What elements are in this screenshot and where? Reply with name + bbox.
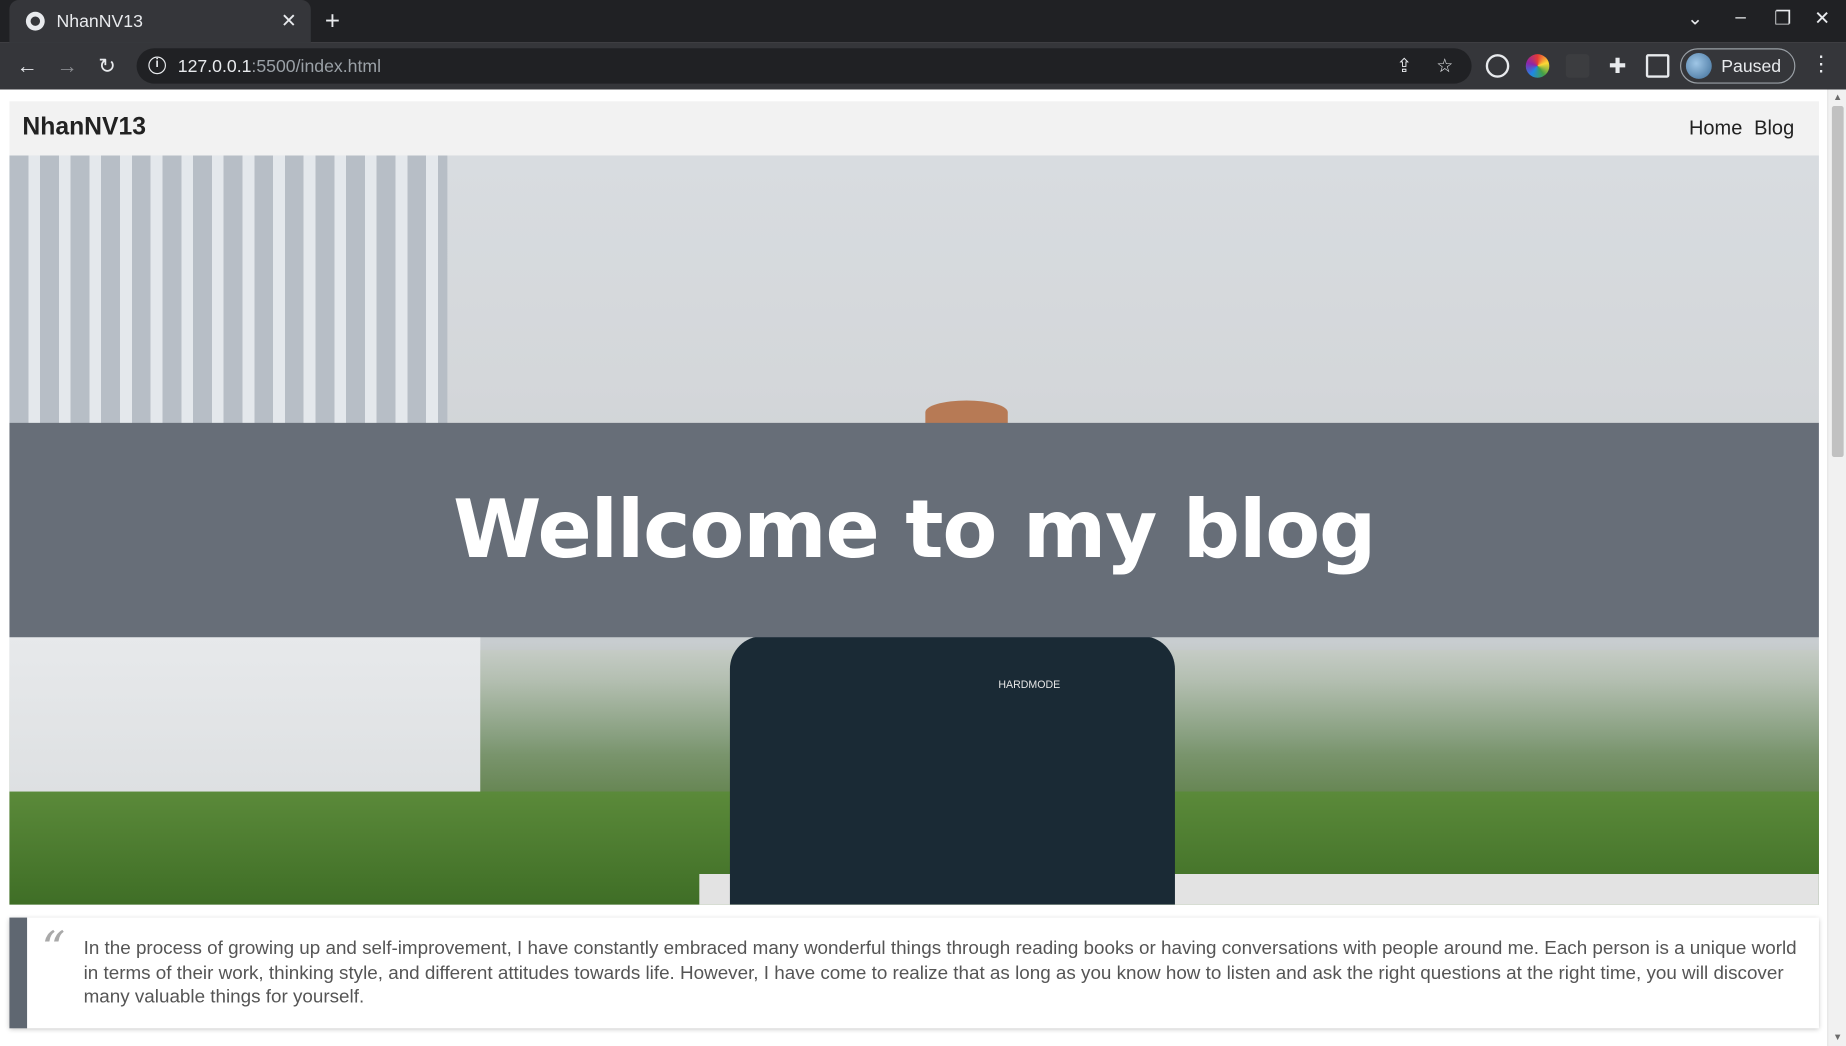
profile-label: Paused	[1721, 55, 1782, 76]
new-tab-button[interactable]: +	[325, 5, 340, 38]
quote-text: In the process of growing up and self-im…	[83, 938, 1797, 1008]
extension-target-icon[interactable]	[1485, 54, 1510, 78]
share-icon[interactable]: ⇪	[1396, 54, 1412, 78]
site-brand[interactable]: NhanNV13	[22, 113, 146, 141]
browser-tabstrip: NhanNV13 ✕ + ⌄ – ❐ ✕	[0, 0, 1846, 43]
site-info-icon[interactable]: i	[148, 56, 166, 75]
site-navbar: NhanNV13 Home Blog	[9, 101, 1819, 156]
restore-icon[interactable]: ❐	[1774, 7, 1791, 31]
back-icon[interactable]: ←	[13, 52, 41, 80]
puzzle-icon[interactable]: ✚	[1603, 52, 1631, 80]
intro-blockquote: “ In the process of growing up and self-…	[9, 917, 1819, 1029]
star-icon[interactable]: ☆	[1436, 54, 1453, 78]
window-close-icon[interactable]: ✕	[1814, 7, 1830, 31]
forward-icon[interactable]: →	[53, 52, 81, 80]
hero-image: HARDMODE Wellcome to my blog	[9, 155, 1819, 905]
hero-title-band: Wellcome to my blog	[9, 422, 1819, 638]
tab-search-icon[interactable]: ⌄	[1687, 7, 1703, 31]
profile-button[interactable]: Paused	[1680, 48, 1796, 84]
url-path: :5500/index.html	[251, 56, 382, 77]
nav-links: Home Blog	[1689, 117, 1794, 141]
scroll-up-icon[interactable]: ▲	[1833, 92, 1842, 103]
extension-icon[interactable]	[1565, 54, 1590, 78]
avatar	[1685, 53, 1712, 79]
shirt-logo: HARDMODE	[998, 678, 1061, 691]
page-viewport: NhanNV13 Home Blog HARDMODE Wellcome to …	[0, 89, 1846, 1046]
close-icon[interactable]: ✕	[281, 9, 297, 33]
menu-kebab-icon[interactable]: ⋮	[1811, 52, 1832, 77]
minimize-icon[interactable]: –	[1735, 7, 1745, 28]
nav-link-home[interactable]: Home	[1689, 117, 1742, 141]
scroll-down-icon[interactable]: ▼	[1833, 1032, 1842, 1043]
quote-mark-icon: “	[41, 922, 66, 977]
color-picker-extension-icon[interactable]	[1525, 54, 1550, 78]
tab-title: NhanNV13	[56, 11, 143, 32]
browser-tab[interactable]: NhanNV13 ✕	[9, 0, 311, 43]
hero-hair	[925, 400, 1008, 425]
nav-link-blog[interactable]: Blog	[1754, 117, 1794, 141]
globe-icon	[25, 11, 45, 31]
url-text[interactable]: 127.0.0.1:5500/index.html	[178, 57, 381, 77]
page-scrollbar[interactable]: ▲ ▼	[1827, 89, 1846, 1046]
hero-person: HARDMODE	[729, 636, 1175, 905]
side-panel-icon[interactable]	[1645, 54, 1670, 78]
hero-building	[9, 155, 448, 439]
scrollbar-thumb[interactable]	[1831, 106, 1844, 458]
address-bar[interactable]: i 127.0.0.1:5500/index.html ⇪ ☆	[136, 48, 1472, 84]
url-host: 127.0.0.1	[177, 56, 252, 77]
reload-icon[interactable]: ↻	[93, 52, 121, 80]
page-title: Wellcome to my blog	[453, 483, 1376, 577]
browser-toolbar: ← → ↻ i 127.0.0.1:5500/index.html ⇪ ☆ ✚ …	[0, 42, 1846, 90]
